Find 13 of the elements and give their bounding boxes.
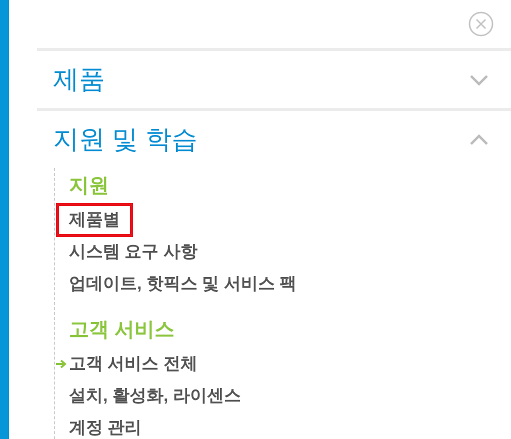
menu-link[interactable]: 제품별 [59, 206, 130, 234]
menu-link[interactable]: 설치, 활성화, 라이센스 [69, 383, 241, 409]
accordion-header[interactable]: 지원 및 학습 [37, 111, 511, 168]
menu-link[interactable]: 업데이트, 핫픽스 및 서비스 팩 [69, 271, 297, 297]
menu-link[interactable]: 시스템 요구 사항 [69, 239, 198, 265]
menu-link[interactable]: 고객 서비스 전체 [69, 351, 198, 377]
chevron-down-icon[interactable] [469, 74, 489, 86]
menu-link[interactable]: 계정 관리 [69, 415, 142, 439]
group-heading: 고객 서비스 [69, 318, 176, 343]
accordion-header[interactable]: 제품 [37, 51, 511, 108]
chevron-up-icon[interactable] [469, 134, 489, 146]
group-heading: 지원 [69, 174, 110, 199]
close-icon[interactable] [468, 11, 494, 37]
